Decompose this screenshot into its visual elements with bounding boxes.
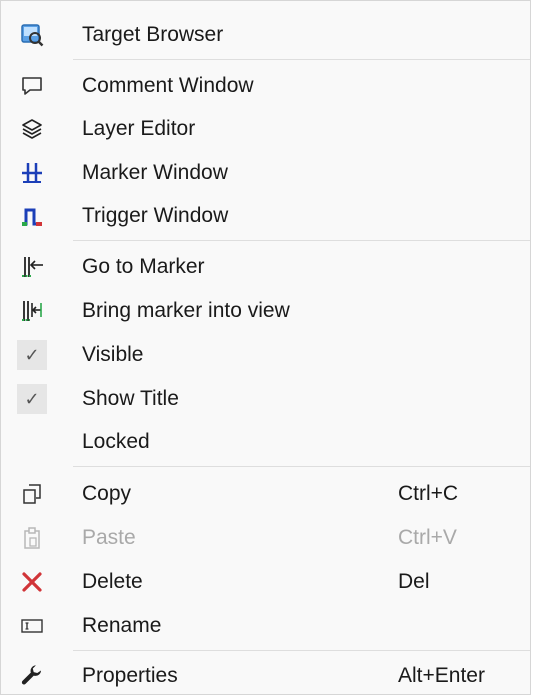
menu-item-locked[interactable]: Locked: [1, 422, 532, 462]
menu-item-label: Delete: [82, 570, 143, 593]
shortcut-label: Del: [398, 570, 430, 593]
separator: [73, 59, 530, 60]
comment-icon: [17, 71, 47, 101]
separator: [73, 650, 530, 651]
menu-item-layer-editor[interactable]: Layer Editor: [1, 109, 532, 149]
menu-item-label: Trigger Window: [82, 204, 229, 227]
menu-item-comment-window[interactable]: Comment Window: [1, 66, 532, 106]
menu-item-trigger-window[interactable]: Trigger Window: [1, 196, 532, 236]
checkmark-icon: ✓: [17, 384, 47, 414]
wrench-icon: [17, 661, 47, 691]
target-browser-icon: [17, 20, 47, 50]
menu-item-rename[interactable]: Rename: [1, 606, 532, 646]
menu-item-label: Visible: [82, 343, 144, 366]
menu-item-label: Locked: [82, 430, 150, 453]
copy-icon: [17, 479, 47, 509]
context-menu: Target Browser Comment Window Layer Edit…: [0, 0, 531, 695]
shortcut-label: Ctrl+V: [398, 526, 457, 549]
menu-item-marker-window[interactable]: Marker Window: [1, 153, 532, 193]
rename-icon: [17, 611, 47, 641]
menu-item-show-title[interactable]: ✓ Show Title: [1, 379, 532, 419]
bring-marker-icon: [17, 296, 47, 326]
menu-item-visible[interactable]: ✓ Visible: [1, 335, 532, 375]
shortcut-label: Ctrl+C: [398, 482, 459, 505]
menu-item-label: Paste: [82, 526, 136, 549]
layers-icon: [17, 114, 47, 144]
menu-item-label: Copy: [82, 482, 132, 505]
trigger-window-icon: [17, 201, 47, 231]
menu-item-bring-marker-into-view[interactable]: Bring marker into view: [1, 291, 532, 331]
separator: [73, 240, 530, 241]
menu-item-label: Comment Window: [82, 74, 254, 97]
menu-item-label: Marker Window: [82, 161, 228, 184]
go-to-marker-icon: [17, 252, 47, 282]
menu-item-properties[interactable]: Properties Alt+Enter: [1, 656, 532, 696]
menu-item-target-browser[interactable]: Target Browser: [1, 15, 532, 55]
menu-item-label: Bring marker into view: [82, 299, 290, 322]
menu-item-go-to-marker[interactable]: Go to Marker: [1, 247, 532, 287]
menu-item-delete[interactable]: Delete Del: [1, 562, 532, 602]
marker-window-icon: [17, 158, 47, 188]
delete-icon: [17, 567, 47, 597]
menu-item-label: Target Browser: [82, 23, 224, 46]
checkmark-icon: ✓: [17, 340, 47, 370]
menu-item-label: Rename: [82, 614, 162, 637]
separator: [73, 466, 530, 467]
paste-icon: [17, 523, 47, 553]
menu-item-label: Properties: [82, 664, 178, 687]
menu-item-paste: Paste Ctrl+V: [1, 518, 532, 558]
menu-item-label: Layer Editor: [82, 117, 196, 140]
shortcut-label: Alt+Enter: [398, 664, 485, 687]
menu-item-label: Show Title: [82, 387, 179, 410]
menu-item-copy[interactable]: Copy Ctrl+C: [1, 474, 532, 514]
menu-item-label: Go to Marker: [82, 255, 205, 278]
